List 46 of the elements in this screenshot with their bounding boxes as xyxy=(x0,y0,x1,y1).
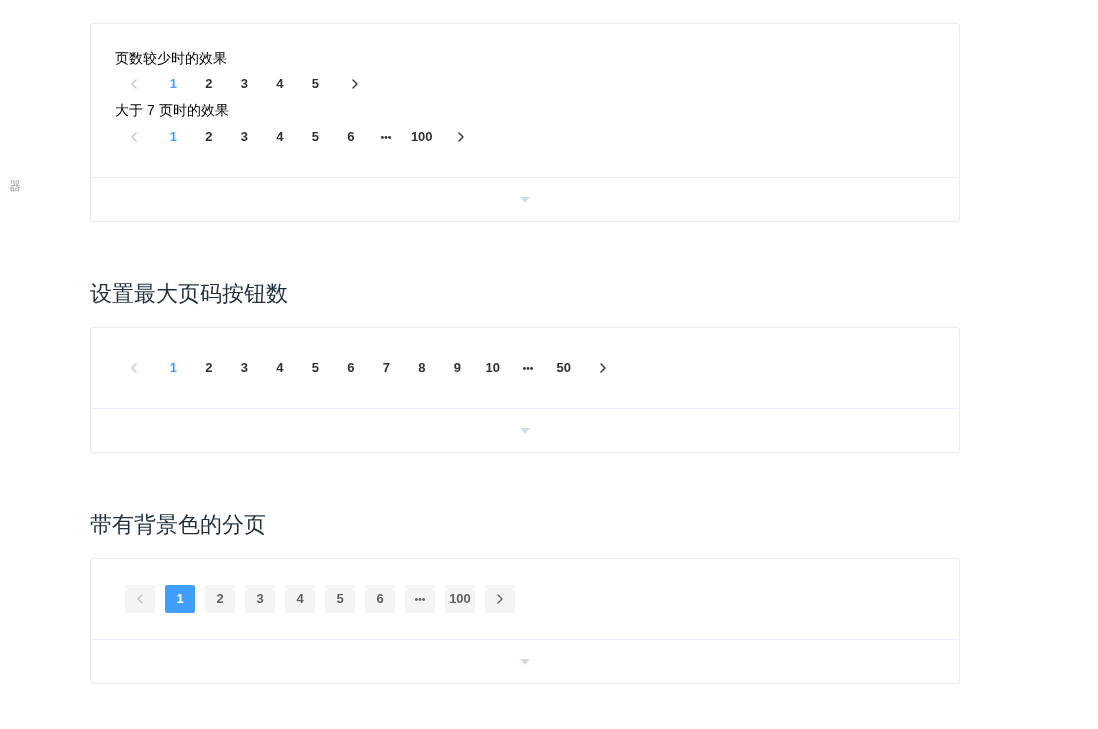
page-button[interactable]: 2 xyxy=(205,585,235,613)
page-button[interactable]: 8 xyxy=(404,354,440,382)
page-button[interactable]: 5 xyxy=(297,123,333,151)
page-button[interactable]: 2 xyxy=(191,354,227,382)
chevron-right-icon xyxy=(458,132,465,142)
more-icon xyxy=(381,135,392,139)
page-button[interactable]: 9 xyxy=(439,354,475,382)
caret-down-icon xyxy=(520,196,530,203)
page-button[interactable]: 50 xyxy=(546,354,582,382)
page-button[interactable]: 100 xyxy=(445,585,475,613)
page-button[interactable]: 5 xyxy=(297,354,333,382)
page-button[interactable]: 6 xyxy=(333,123,369,151)
chevron-left-icon xyxy=(137,594,143,604)
caret-down-icon xyxy=(520,427,530,434)
page-button[interactable]: 100 xyxy=(404,123,440,151)
chevron-left-icon xyxy=(130,132,137,142)
chevron-right-icon xyxy=(351,79,358,89)
section-heading: 设置最大页码按钮数 xyxy=(90,280,289,308)
more-icon xyxy=(415,597,425,601)
page-button[interactable]: 5 xyxy=(325,585,355,613)
page-button[interactable]: 3 xyxy=(245,585,275,613)
chevron-right-icon xyxy=(600,363,607,373)
next-page-button[interactable] xyxy=(485,585,515,613)
page-button[interactable]: 4 xyxy=(262,70,298,98)
page-button[interactable]: 2 xyxy=(191,123,227,151)
page-button[interactable]: 5 xyxy=(297,70,333,98)
example-caption: 页数较少时的效果 xyxy=(115,49,228,68)
caret-down-icon xyxy=(520,658,530,665)
page-button[interactable]: 3 xyxy=(226,354,262,382)
page-button[interactable]: 2 xyxy=(191,70,227,98)
section-heading: 带有背景色的分页 xyxy=(90,511,267,539)
page-button[interactable]: 6 xyxy=(365,585,395,613)
chevron-left-icon xyxy=(130,363,137,373)
page-button[interactable]: 3 xyxy=(226,123,262,151)
chevron-left-icon xyxy=(130,79,137,89)
more-pages-button[interactable] xyxy=(405,585,435,613)
chevron-right-icon xyxy=(497,594,503,604)
page-button[interactable]: 10 xyxy=(475,354,511,382)
page-button[interactable]: 3 xyxy=(226,70,262,98)
page-button[interactable]: 4 xyxy=(262,123,298,151)
page-button[interactable]: 4 xyxy=(262,354,298,382)
more-icon xyxy=(523,366,534,370)
page-button[interactable]: 7 xyxy=(368,354,404,382)
page-button[interactable]: 6 xyxy=(333,354,369,382)
page-button[interactable]: 4 xyxy=(285,585,315,613)
example-caption: 大于 7 页时的效果 xyxy=(115,101,230,120)
